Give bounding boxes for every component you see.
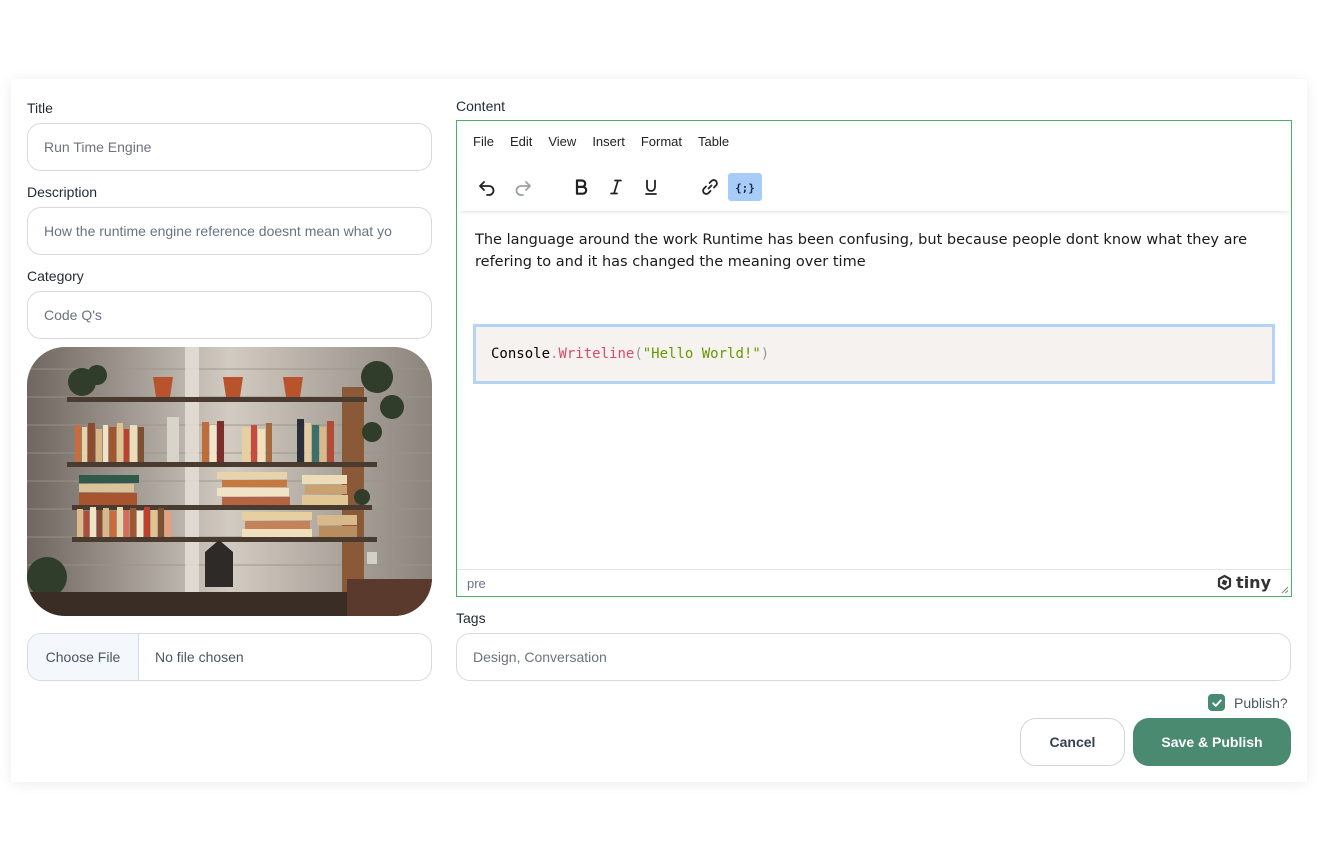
- editor-menubar: File Edit View Insert Format Table: [457, 121, 1291, 161]
- bookshelf-photo: [27, 347, 432, 616]
- link-button[interactable]: [693, 173, 727, 201]
- title-input[interactable]: [27, 123, 432, 171]
- publish-checkbox[interactable]: [1208, 694, 1225, 711]
- category-input[interactable]: [27, 291, 432, 339]
- category-label: Category: [27, 268, 84, 284]
- undo-button[interactable]: [470, 173, 504, 201]
- bold-button[interactable]: [564, 173, 598, 201]
- svg-text:{;}: {;}: [735, 182, 755, 195]
- element-path[interactable]: pre: [467, 576, 486, 591]
- tiny-brand-text: tiny: [1236, 573, 1271, 592]
- menu-view[interactable]: View: [544, 130, 580, 153]
- code-string: "Hello World!": [642, 346, 761, 362]
- code-sample-icon: {;}: [735, 182, 755, 195]
- rich-text-editor[interactable]: File Edit View Insert Format Table {;} T…: [456, 120, 1292, 597]
- save-publish-button[interactable]: Save & Publish: [1133, 718, 1291, 766]
- italic-icon: [610, 179, 622, 195]
- redo-icon: [515, 181, 531, 196]
- italic-button[interactable]: [599, 173, 633, 201]
- publish-toggle[interactable]: Publish?: [1208, 694, 1288, 711]
- code-sample-block[interactable]: Console. Writeline("Hello World!"): [473, 324, 1275, 384]
- code-close-paren: ): [760, 346, 770, 362]
- link-icon: [702, 179, 718, 195]
- checkmark-icon: [1211, 698, 1222, 707]
- description-input[interactable]: [27, 207, 432, 255]
- menu-edit[interactable]: Edit: [506, 130, 536, 153]
- code-open-paren: (: [634, 346, 643, 362]
- redo-button[interactable]: [506, 173, 540, 201]
- underline-button[interactable]: [634, 173, 668, 201]
- editor-paragraph[interactable]: The language around the work Runtime has…: [475, 229, 1255, 273]
- cover-image: [27, 347, 432, 616]
- choose-file-button[interactable]: Choose File: [28, 634, 139, 680]
- menu-insert[interactable]: Insert: [588, 130, 629, 153]
- post-editor-card: Title Description Category: [11, 79, 1307, 782]
- content-label: Content: [456, 98, 506, 114]
- underline-icon: [645, 179, 657, 195]
- tags-label: Tags: [456, 610, 486, 626]
- undo-icon: [479, 181, 495, 196]
- menu-file[interactable]: File: [469, 130, 498, 153]
- editor-statusbar: pre tiny: [457, 569, 1291, 596]
- bold-icon: [575, 179, 588, 195]
- tiny-brand[interactable]: tiny: [1216, 573, 1271, 592]
- description-label: Description: [27, 184, 98, 200]
- resize-handle-icon[interactable]: [1279, 584, 1289, 594]
- cancel-button[interactable]: Cancel: [1020, 718, 1125, 766]
- code-object: Console: [491, 346, 551, 362]
- editor-toolbar: {;}: [457, 161, 1291, 211]
- tiny-logo-icon: [1217, 574, 1232, 591]
- code-method: Writeline: [558, 346, 635, 362]
- code-sample-button[interactable]: {;}: [728, 173, 762, 201]
- tags-input[interactable]: [456, 633, 1291, 681]
- publish-label: Publish?: [1234, 694, 1288, 711]
- menu-table[interactable]: Table: [694, 130, 733, 153]
- file-picker[interactable]: Choose File No file chosen: [27, 633, 432, 681]
- menu-format[interactable]: Format: [637, 130, 686, 153]
- file-status: No file chosen: [155, 649, 244, 665]
- code-dot: .: [550, 346, 559, 362]
- title-label: Title: [27, 100, 53, 116]
